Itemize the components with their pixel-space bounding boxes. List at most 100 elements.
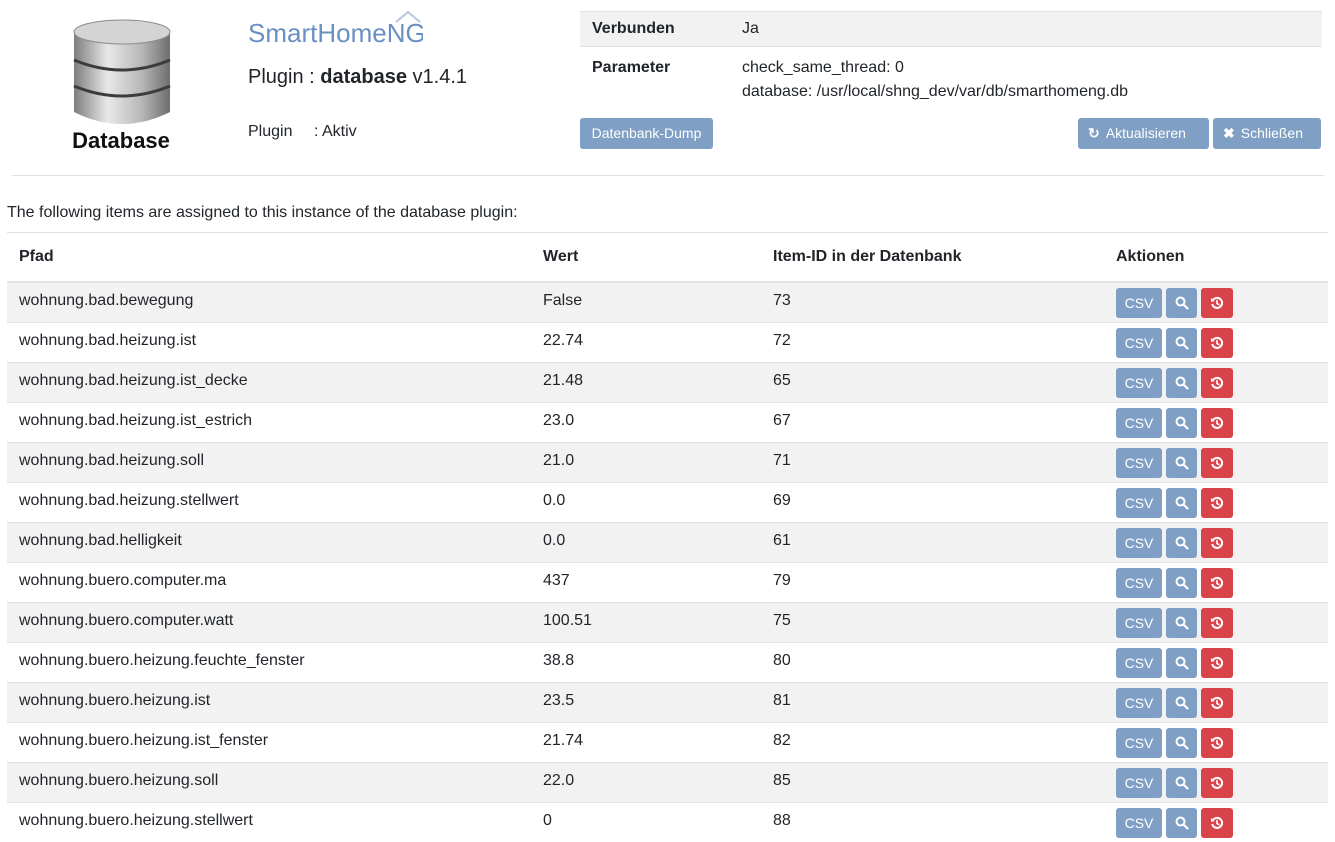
item-actions: CSV bbox=[1104, 683, 1328, 723]
item-actions: CSV bbox=[1104, 403, 1328, 443]
refresh-icon: ↻ bbox=[1088, 118, 1100, 149]
item-id: 73 bbox=[761, 282, 1104, 323]
item-path: wohnung.bad.heizung.ist_estrich bbox=[7, 403, 531, 443]
item-actions: CSV bbox=[1104, 363, 1328, 403]
search-icon bbox=[1175, 336, 1189, 350]
refresh-label: Aktualisieren bbox=[1106, 125, 1186, 141]
info-row-parameter: Parameter check_same_thread: 0 database:… bbox=[580, 47, 1322, 105]
history-icon bbox=[1210, 456, 1224, 470]
view-data-button[interactable] bbox=[1166, 688, 1197, 718]
search-icon bbox=[1175, 496, 1189, 510]
csv-export-button[interactable]: CSV bbox=[1116, 368, 1162, 398]
logo-label: Database bbox=[70, 128, 172, 154]
close-icon: ✖ bbox=[1223, 118, 1235, 149]
table-row: wohnung.bad.helligkeit0.061CSV bbox=[7, 523, 1328, 563]
delete-history-button[interactable] bbox=[1201, 328, 1233, 358]
table-row: wohnung.buero.heizung.ist23.581CSV bbox=[7, 683, 1328, 723]
table-row: wohnung.buero.computer.ma43779CSV bbox=[7, 563, 1328, 603]
view-data-button[interactable] bbox=[1166, 328, 1197, 358]
status-value: : Aktiv bbox=[314, 123, 357, 140]
database-dump-button[interactable]: Datenbank-Dump bbox=[580, 118, 713, 149]
item-value: 0 bbox=[531, 803, 761, 842]
csv-export-button[interactable]: CSV bbox=[1116, 568, 1162, 598]
table-row: wohnung.buero.heizung.ist_fenster21.7482… bbox=[7, 723, 1328, 763]
search-icon bbox=[1175, 296, 1189, 310]
csv-export-button[interactable]: CSV bbox=[1116, 528, 1162, 558]
view-data-button[interactable] bbox=[1166, 808, 1197, 838]
csv-export-button[interactable]: CSV bbox=[1116, 688, 1162, 718]
delete-history-button[interactable] bbox=[1201, 688, 1233, 718]
item-value: 22.0 bbox=[531, 763, 761, 803]
view-data-button[interactable] bbox=[1166, 448, 1197, 478]
history-icon bbox=[1210, 336, 1224, 350]
item-value: 21.0 bbox=[531, 443, 761, 483]
delete-history-button[interactable] bbox=[1201, 488, 1233, 518]
plugin-info-table: Verbunden Ja Parameter check_same_thread… bbox=[580, 11, 1322, 104]
database-logo-icon bbox=[70, 16, 174, 133]
view-data-button[interactable] bbox=[1166, 608, 1197, 638]
column-header-path[interactable]: Pfad bbox=[7, 233, 531, 283]
history-icon bbox=[1210, 736, 1224, 750]
item-id: 67 bbox=[761, 403, 1104, 443]
smarthomeng-logo: SmartHomeNG bbox=[248, 10, 423, 50]
csv-export-button[interactable]: CSV bbox=[1116, 288, 1162, 318]
connected-value: Ja bbox=[742, 12, 1322, 47]
view-data-button[interactable] bbox=[1166, 648, 1197, 678]
item-id: 72 bbox=[761, 323, 1104, 363]
delete-history-button[interactable] bbox=[1201, 728, 1233, 758]
close-button[interactable]: ✖ Schließen bbox=[1213, 118, 1321, 149]
csv-export-button[interactable]: CSV bbox=[1116, 768, 1162, 798]
delete-history-button[interactable] bbox=[1201, 288, 1233, 318]
connected-label: Verbunden bbox=[580, 12, 742, 47]
view-data-button[interactable] bbox=[1166, 728, 1197, 758]
item-value: 0.0 bbox=[531, 523, 761, 563]
view-data-button[interactable] bbox=[1166, 488, 1197, 518]
view-data-button[interactable] bbox=[1166, 288, 1197, 318]
item-id: 79 bbox=[761, 563, 1104, 603]
delete-history-button[interactable] bbox=[1201, 448, 1233, 478]
item-value: 38.8 bbox=[531, 643, 761, 683]
history-icon bbox=[1210, 296, 1224, 310]
history-icon bbox=[1210, 496, 1224, 510]
view-data-button[interactable] bbox=[1166, 368, 1197, 398]
view-data-button[interactable] bbox=[1166, 408, 1197, 438]
history-icon bbox=[1210, 696, 1224, 710]
csv-export-button[interactable]: CSV bbox=[1116, 608, 1162, 638]
parameter-1: check_same_thread: 0 bbox=[742, 56, 1322, 80]
search-icon bbox=[1175, 696, 1189, 710]
view-data-button[interactable] bbox=[1166, 768, 1197, 798]
delete-history-button[interactable] bbox=[1201, 528, 1233, 558]
refresh-button[interactable]: ↻ Aktualisieren bbox=[1078, 118, 1209, 149]
close-label: Schließen bbox=[1241, 125, 1303, 141]
csv-export-button[interactable]: CSV bbox=[1116, 328, 1162, 358]
delete-history-button[interactable] bbox=[1201, 608, 1233, 638]
item-value: 22.74 bbox=[531, 323, 761, 363]
search-icon bbox=[1175, 536, 1189, 550]
item-path: wohnung.buero.heizung.feuchte_fenster bbox=[7, 643, 531, 683]
view-data-button[interactable] bbox=[1166, 568, 1197, 598]
item-path: wohnung.buero.heizung.ist_fenster bbox=[7, 723, 531, 763]
csv-export-button[interactable]: CSV bbox=[1116, 728, 1162, 758]
column-header-item-id[interactable]: Item-ID in der Datenbank bbox=[761, 233, 1104, 283]
view-data-button[interactable] bbox=[1166, 528, 1197, 558]
csv-export-button[interactable]: CSV bbox=[1116, 648, 1162, 678]
item-actions: CSV bbox=[1104, 282, 1328, 323]
column-header-value[interactable]: Wert bbox=[531, 233, 761, 283]
delete-history-button[interactable] bbox=[1201, 648, 1233, 678]
item-path: wohnung.buero.computer.watt bbox=[7, 603, 531, 643]
item-path: wohnung.buero.heizung.ist bbox=[7, 683, 531, 723]
csv-export-button[interactable]: CSV bbox=[1116, 408, 1162, 438]
delete-history-button[interactable] bbox=[1201, 808, 1233, 838]
delete-history-button[interactable] bbox=[1201, 568, 1233, 598]
item-path: wohnung.bad.bewegung bbox=[7, 282, 531, 323]
item-actions: CSV bbox=[1104, 803, 1328, 842]
delete-history-button[interactable] bbox=[1201, 368, 1233, 398]
delete-history-button[interactable] bbox=[1201, 768, 1233, 798]
item-actions: CSV bbox=[1104, 643, 1328, 683]
csv-export-button[interactable]: CSV bbox=[1116, 488, 1162, 518]
item-actions: CSV bbox=[1104, 323, 1328, 363]
csv-export-button[interactable]: CSV bbox=[1116, 448, 1162, 478]
item-value: 23.5 bbox=[531, 683, 761, 723]
csv-export-button[interactable]: CSV bbox=[1116, 808, 1162, 838]
delete-history-button[interactable] bbox=[1201, 408, 1233, 438]
